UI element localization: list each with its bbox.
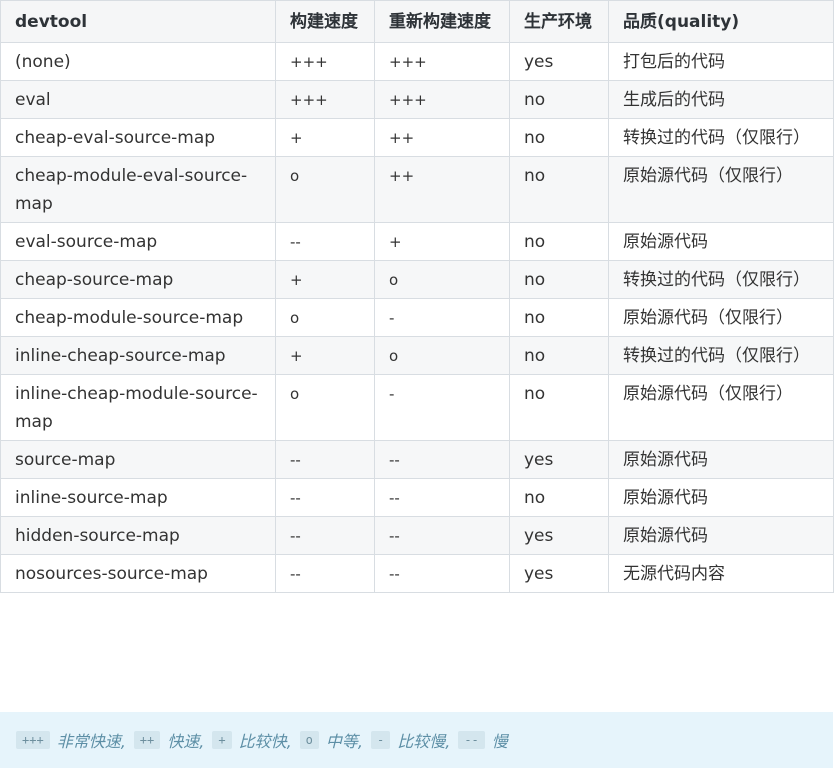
quality-cell: 打包后的代码 xyxy=(608,42,834,81)
legend-symbol-badge: o xyxy=(299,731,319,749)
build-speed-cell: -- xyxy=(275,554,375,593)
quality-cell: 原始源代码 xyxy=(608,440,834,479)
build-speed-cell: + xyxy=(275,336,375,375)
production-cell: no xyxy=(509,156,609,223)
devtool-cell: hidden-source-map xyxy=(0,516,276,555)
devtool-cell: (none) xyxy=(0,42,276,81)
rebuild-speed-cell: o xyxy=(374,336,510,375)
table-row: inline-source-map -- -- no 原始源代码 xyxy=(0,478,834,517)
rebuild-speed-cell: + xyxy=(374,222,510,261)
table-row: eval +++ +++ no 生成后的代码 xyxy=(0,80,834,119)
legend-description: 慢 xyxy=(491,732,508,751)
build-speed-cell: + xyxy=(275,118,375,157)
production-cell: no xyxy=(509,222,609,261)
table-row: cheap-module-eval-source-map o ++ no 原始源代码（仅… xyxy=(0,156,834,223)
legend-description: 非常快速, xyxy=(56,732,126,751)
build-speed-cell: o xyxy=(275,298,375,337)
quality-cell: 转换过的代码（仅限行） xyxy=(608,336,834,375)
production-cell: yes xyxy=(509,554,609,593)
production-cell: yes xyxy=(509,42,609,81)
rebuild-speed-cell: +++ xyxy=(374,42,510,81)
table-row: source-map -- -- yes 原始源代码 xyxy=(0,440,834,479)
build-speed-cell: +++ xyxy=(275,80,375,119)
production-cell: no xyxy=(509,260,609,299)
production-cell: no xyxy=(509,118,609,157)
quality-cell: 转换过的代码（仅限行） xyxy=(608,260,834,299)
table-row: cheap-source-map + o no 转换过的代码（仅限行） xyxy=(0,260,834,299)
quality-cell: 原始源代码 xyxy=(608,222,834,261)
table-row: inline-cheap-source-map + o no 转换过的代码（仅限行） xyxy=(0,336,834,375)
devtool-cell: eval xyxy=(0,80,276,119)
rebuild-speed-cell: -- xyxy=(374,516,510,555)
table-row: nosources-source-map -- -- yes 无源代码内容 xyxy=(0,554,834,593)
table-row: eval-source-map -- + no 原始源代码 xyxy=(0,222,834,261)
quality-cell: 生成后的代码 xyxy=(608,80,834,119)
rebuild-speed-cell: -- xyxy=(374,554,510,593)
rebuild-speed-cell: - xyxy=(374,374,510,441)
header-production: 生产环境 xyxy=(509,0,609,43)
legend-description: 中等, xyxy=(325,732,363,751)
devtool-cell: cheap-source-map xyxy=(0,260,276,299)
devtool-cell: inline-source-map xyxy=(0,478,276,517)
legend-symbol-badge: - xyxy=(370,731,391,749)
devtool-comparison-table: devtool 构建速度 重新构建速度 生产环境 品质(quality) (no… xyxy=(0,0,834,593)
rebuild-speed-cell: ++ xyxy=(374,156,510,223)
quality-cell: 无源代码内容 xyxy=(608,554,834,593)
build-speed-cell: -- xyxy=(275,440,375,479)
rebuild-speed-cell: ++ xyxy=(374,118,510,157)
devtool-cell: inline-cheap-module-source-map xyxy=(0,374,276,441)
table-header-row: devtool 构建速度 重新构建速度 生产环境 品质(quality) xyxy=(0,0,834,43)
devtool-cell: eval-source-map xyxy=(0,222,276,261)
build-speed-cell: +++ xyxy=(275,42,375,81)
production-cell: yes xyxy=(509,516,609,555)
legend-description: 比较快, xyxy=(238,732,292,751)
legend-description: 快速, xyxy=(167,732,205,751)
devtool-cell: cheap-eval-source-map xyxy=(0,118,276,157)
table-row: inline-cheap-module-source-map o - no 原始源代码（… xyxy=(0,374,834,441)
legend-symbol-badge: +++ xyxy=(16,731,50,749)
rebuild-speed-cell: -- xyxy=(374,440,510,479)
quality-cell: 原始源代码（仅限行） xyxy=(608,374,834,441)
header-build-speed: 构建速度 xyxy=(275,0,375,43)
build-speed-cell: + xyxy=(275,260,375,299)
devtool-cell: inline-cheap-source-map xyxy=(0,336,276,375)
table-row: (none) +++ +++ yes 打包后的代码 xyxy=(0,42,834,81)
devtool-cell: nosources-source-map xyxy=(0,554,276,593)
speed-legend: +++ 非常快速, ++ 快速, + 比较快, o 中等, - 比较慢, -- 慢 xyxy=(0,712,833,768)
quality-cell: 转换过的代码（仅限行） xyxy=(608,118,834,157)
quality-cell: 原始源代码 xyxy=(608,478,834,517)
table-body: (none) +++ +++ yes 打包后的代码 eval +++ +++ no 生成后的代码 c… xyxy=(0,42,834,593)
build-speed-cell: -- xyxy=(275,222,375,261)
production-cell: no xyxy=(509,298,609,337)
build-speed-cell: -- xyxy=(275,478,375,517)
legend-symbol-badge: ++ xyxy=(133,731,161,749)
production-cell: no xyxy=(509,80,609,119)
production-cell: no xyxy=(509,374,609,441)
production-cell: no xyxy=(509,336,609,375)
legend-symbol-badge: + xyxy=(212,731,232,749)
rebuild-speed-cell: +++ xyxy=(374,80,510,119)
quality-cell: 原始源代码（仅限行） xyxy=(608,298,834,337)
quality-cell: 原始源代码（仅限行） xyxy=(608,156,834,223)
rebuild-speed-cell: - xyxy=(374,298,510,337)
header-devtool: devtool xyxy=(0,0,276,43)
header-rebuild-speed: 重新构建速度 xyxy=(374,0,510,43)
table-row: hidden-source-map -- -- yes 原始源代码 xyxy=(0,516,834,555)
production-cell: yes xyxy=(509,440,609,479)
production-cell: no xyxy=(509,478,609,517)
devtool-cell: cheap-module-eval-source-map xyxy=(0,156,276,223)
rebuild-speed-cell: o xyxy=(374,260,510,299)
header-quality: 品质(quality) xyxy=(608,0,834,43)
table-row: cheap-module-source-map o - no 原始源代码（仅限行） xyxy=(0,298,834,337)
quality-cell: 原始源代码 xyxy=(608,516,834,555)
legend-symbol-badge: -- xyxy=(458,731,485,749)
build-speed-cell: o xyxy=(275,374,375,441)
devtool-cell: cheap-module-source-map xyxy=(0,298,276,337)
table-row: cheap-eval-source-map + ++ no 转换过的代码（仅限行） xyxy=(0,118,834,157)
legend-description: 比较慢, xyxy=(397,732,451,751)
build-speed-cell: o xyxy=(275,156,375,223)
rebuild-speed-cell: -- xyxy=(374,478,510,517)
build-speed-cell: -- xyxy=(275,516,375,555)
devtool-cell: source-map xyxy=(0,440,276,479)
